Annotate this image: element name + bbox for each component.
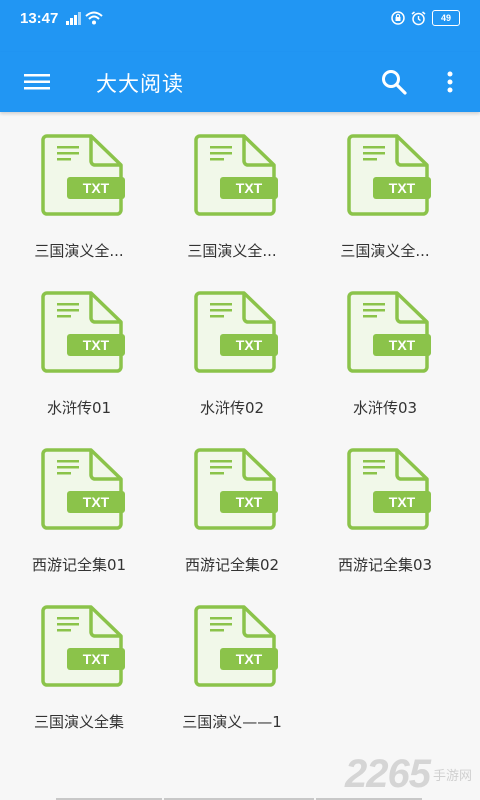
txt-file-icon: TXT (194, 603, 278, 689)
signal-icon (66, 11, 81, 25)
file-name: 西游记全集01 (31, 556, 127, 574)
app-bar: 大大阅读 (0, 52, 480, 112)
file-item[interactable]: TXT 三国演义全... (310, 112, 460, 262)
watermark-site: 手游网 (432, 769, 472, 784)
txt-badge-label: TXT (235, 494, 263, 510)
txt-file-icon: TXT (41, 289, 125, 375)
txt-file-icon: TXT (41, 446, 125, 532)
txt-file-icon: TXT (41, 132, 125, 218)
status-left-icons (66, 11, 103, 25)
file-name: 三国演义全... (340, 242, 430, 260)
file-name: 三国演义全... (187, 242, 277, 260)
file-name: 水浒传02 (199, 399, 265, 417)
file-name: 三国演义全... (34, 242, 124, 260)
watermark: 2265 手游网 (345, 754, 472, 794)
txt-badge-label: TXT (235, 651, 263, 667)
search-button[interactable] (380, 68, 408, 96)
txt-badge-label: TXT (388, 180, 416, 196)
file-item[interactable]: TXT 三国演义全... (4, 112, 154, 262)
file-item[interactable]: TXT 三国演义全集 (4, 583, 154, 733)
status-time: 13:47 (20, 10, 59, 27)
txt-badge-label: TXT (235, 337, 263, 353)
txt-file-icon: TXT (194, 446, 278, 532)
txt-file-icon: TXT (194, 289, 278, 375)
txt-badge-label: TXT (82, 180, 110, 196)
file-item[interactable]: TXT 水浒传03 (310, 269, 460, 419)
file-item[interactable]: TXT 水浒传01 (4, 269, 154, 419)
lock-icon (391, 11, 405, 25)
watermark-number: 2265 (345, 752, 431, 796)
txt-file-icon: TXT (347, 446, 431, 532)
file-item[interactable]: TXT 西游记全集02 (157, 426, 307, 576)
txt-badge-label: TXT (235, 180, 263, 196)
status-bar: 13:47 49 (0, 0, 480, 52)
status-right-icons: 49 (391, 10, 460, 26)
more-vertical-icon (447, 71, 453, 93)
file-name: 水浒传01 (46, 399, 112, 417)
file-item[interactable]: TXT 水浒传02 (157, 269, 307, 419)
file-name: 西游记全集03 (337, 556, 433, 574)
txt-badge-label: TXT (82, 651, 110, 667)
txt-file-icon: TXT (194, 132, 278, 218)
file-name: 三国演义——1 (182, 713, 282, 731)
file-item[interactable]: TXT 西游记全集01 (4, 426, 154, 576)
txt-badge-label: TXT (388, 494, 416, 510)
file-name: 三国演义全集 (33, 713, 124, 731)
app-title: 大大阅读 (96, 72, 184, 96)
txt-file-icon: TXT (41, 603, 125, 689)
file-name: 西游记全集02 (184, 556, 280, 574)
file-item[interactable]: TXT 三国演义——1 (157, 583, 307, 733)
file-item[interactable]: TXT 三国演义全... (157, 112, 307, 262)
file-item[interactable]: TXT 西游记全集03 (310, 426, 460, 576)
txt-badge-label: TXT (82, 494, 110, 510)
search-icon (382, 70, 407, 95)
battery-indicator: 49 (432, 10, 460, 26)
more-options-button[interactable] (440, 68, 460, 96)
txt-badge-label: TXT (388, 337, 416, 353)
txt-file-icon: TXT (347, 289, 431, 375)
hamburger-menu-icon (24, 74, 50, 90)
menu-button[interactable] (24, 70, 50, 94)
file-name: 水浒传03 (352, 399, 418, 417)
txt-file-icon: TXT (347, 132, 431, 218)
alarm-icon (411, 10, 426, 25)
txt-badge-label: TXT (82, 337, 110, 353)
wifi-icon (85, 11, 103, 25)
